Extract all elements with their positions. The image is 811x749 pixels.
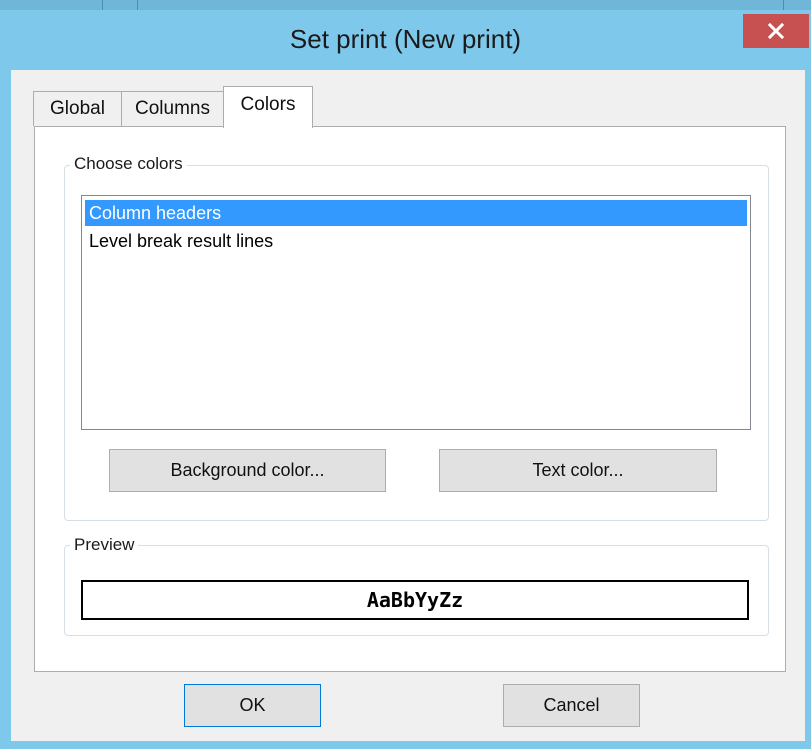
colors-tab-panel: Choose colors Column headers Level break… xyxy=(34,126,786,672)
dialog-client-area: Global Columns Colors Choose colors Colu… xyxy=(11,70,805,741)
tab-colors[interactable]: Colors xyxy=(223,86,313,128)
tab-columns[interactable]: Columns xyxy=(121,91,224,126)
dialog-window: Set print (New print) Global Columns Col… xyxy=(0,0,811,749)
edge-tick xyxy=(137,0,138,10)
tab-label: Global xyxy=(50,98,105,119)
window-top-edge xyxy=(0,0,811,10)
list-item-column-headers[interactable]: Column headers xyxy=(85,200,747,226)
edge-tick xyxy=(102,0,103,10)
ok-button[interactable]: OK xyxy=(184,684,321,727)
preview-label: Preview xyxy=(70,535,139,555)
tab-label: Colors xyxy=(240,94,296,115)
tab-global[interactable]: Global xyxy=(33,91,122,126)
background-color-button[interactable]: Background color... xyxy=(109,449,386,492)
tab-label: Columns xyxy=(135,98,210,119)
edge-tick xyxy=(783,0,784,10)
choose-colors-label: Choose colors xyxy=(70,154,187,174)
close-icon xyxy=(768,23,784,39)
color-target-list[interactable]: Column headers Level break result lines xyxy=(81,195,751,430)
title-bar[interactable]: Set print (New print) xyxy=(0,10,811,70)
list-item-level-break-result-lines[interactable]: Level break result lines xyxy=(85,228,747,254)
text-color-button[interactable]: Text color... xyxy=(439,449,717,492)
preview-sample: AaBbYyZz xyxy=(81,580,749,620)
window-title: Set print (New print) xyxy=(289,24,522,54)
cancel-button[interactable]: Cancel xyxy=(503,684,640,727)
close-button[interactable] xyxy=(743,14,809,48)
